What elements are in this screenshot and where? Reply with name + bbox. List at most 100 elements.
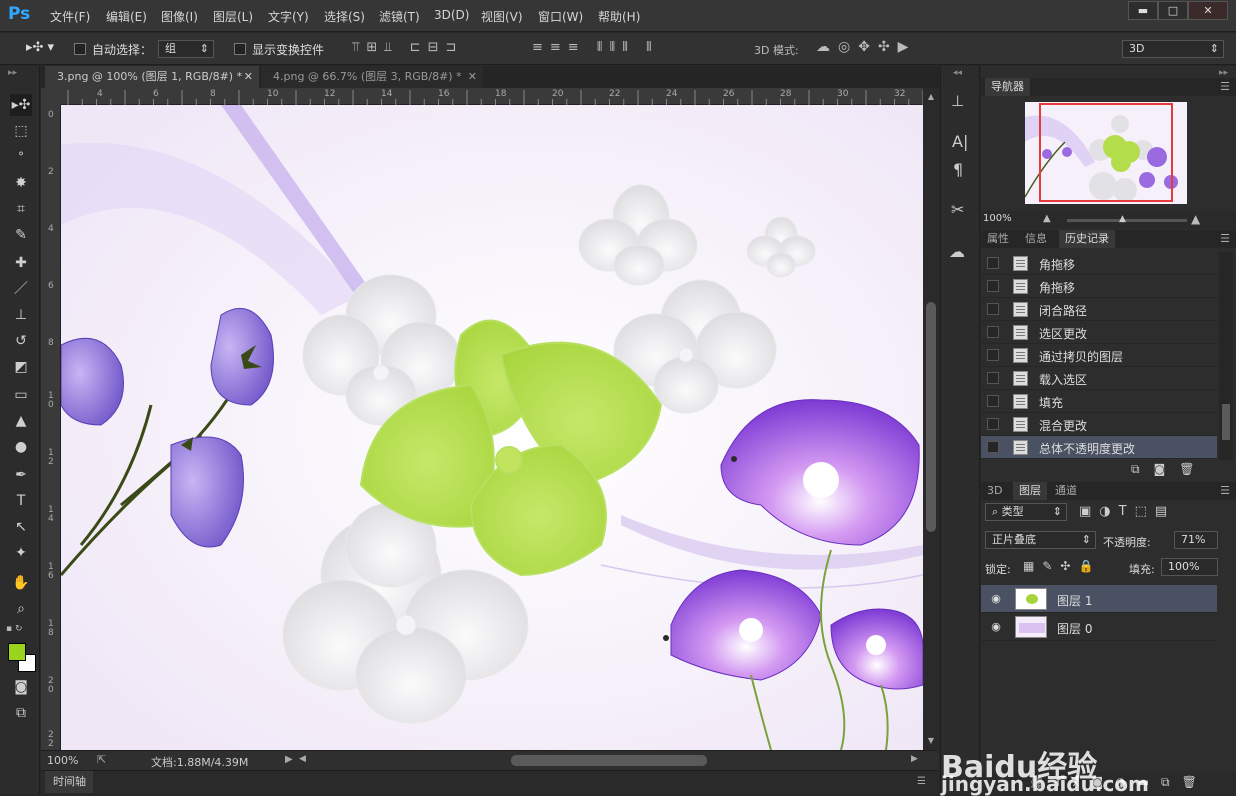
tool-presets-icon[interactable]: ✂ [951, 200, 964, 219]
auto-select-dropdown[interactable]: 组 ⇕ [158, 40, 214, 58]
scroll-up-icon[interactable]: ▲ [925, 92, 937, 104]
magic-wand-icon[interactable]: ✸ [10, 172, 32, 194]
auto-select-checkbox[interactable] [74, 43, 86, 55]
snapshot-checkbox[interactable] [987, 395, 999, 407]
align-icons[interactable]: ⫪⊞⫫ ⊏⊟⊐ [352, 40, 463, 55]
tab-3d[interactable]: 3D [987, 482, 1002, 500]
distribute-icons[interactable]: ≡≡≡ ⦀⦀⦀ ⫴ [532, 40, 659, 55]
foreground-color-swatch[interactable] [8, 643, 26, 661]
navigator-zoom-value[interactable]: 100% [983, 213, 1012, 224]
lasso-tool-icon[interactable]: ᐤ [10, 146, 32, 168]
close-icon[interactable]: ✕ [244, 66, 253, 88]
history-item[interactable]: 选区更改 [981, 321, 1217, 344]
snapshot-checkbox[interactable] [987, 372, 999, 384]
scroll-thumb[interactable] [926, 302, 936, 532]
blend-mode-dropdown[interactable]: 正片叠底 ⇕ [985, 531, 1096, 549]
gradient-tool-icon[interactable]: ▭ [10, 384, 32, 406]
horizontal-scroll-thumb[interactable] [511, 755, 707, 766]
menu-image[interactable]: 图像(I) [161, 8, 198, 25]
3d-mode-icons[interactable]: ☁◎✥✣▶ [816, 39, 916, 55]
tab-4png[interactable]: 4.png @ 66.7% (图层 3, RGB/8#) * ✕ [261, 66, 483, 88]
snapshot-checkbox[interactable] [987, 257, 999, 269]
maximize-button[interactable]: □ [1158, 1, 1188, 20]
history-item[interactable]: 通过拷贝的图层 [981, 344, 1217, 367]
snapshot-checkbox[interactable] [987, 280, 999, 292]
crop-tool-icon[interactable]: ⌗ [10, 198, 32, 220]
menu-select[interactable]: 选择(S) [324, 8, 365, 25]
collapse-icon[interactable]: ▸▸ [1219, 68, 1228, 78]
snapshot-checkbox[interactable] [987, 418, 999, 430]
snapshot-checkbox[interactable] [987, 441, 999, 453]
tab-properties[interactable]: 属性 [987, 230, 1009, 248]
layer-row-selected[interactable]: ◉ 图层 1 [981, 585, 1217, 613]
history-brush-icon[interactable]: ↺ [10, 330, 32, 352]
quick-mask-icon[interactable]: ◙ [10, 676, 32, 698]
character-styles-icon[interactable]: ⊥ [951, 92, 964, 110]
hand-tool-icon[interactable]: ✋ [10, 572, 32, 594]
blur-tool-icon[interactable]: ▲ [10, 410, 32, 432]
menu-edit[interactable]: 编辑(E) [106, 8, 147, 25]
creative-cloud-icon[interactable]: ☁ [949, 242, 965, 261]
layer-name[interactable]: 图层 1 [1057, 592, 1092, 609]
shape-tool-icon[interactable]: ✦ [10, 542, 32, 564]
menu-help[interactable]: 帮助(H) [598, 8, 640, 25]
history-item[interactable]: 混合更改 [981, 413, 1217, 436]
layer-thumbnail[interactable] [1015, 588, 1047, 610]
panel-menu-icon[interactable]: ☰ [917, 776, 926, 787]
path-select-icon[interactable]: ↖ [10, 516, 32, 538]
status-menu-icon[interactable]: ▶ [285, 754, 293, 765]
type-tool-icon[interactable]: T [10, 490, 32, 512]
close-icon[interactable]: ✕ [468, 66, 477, 88]
menu-type[interactable]: 文字(Y) [268, 8, 309, 25]
healing-brush-icon[interactable]: ✚ [10, 252, 32, 274]
layer-filter-icons[interactable]: ▣◑T⬚▤ [1079, 504, 1175, 519]
history-item-selected[interactable]: 总体不透明度更改 [981, 436, 1217, 459]
tab-info[interactable]: 信息 [1025, 230, 1047, 248]
layer-name[interactable]: 图层 0 [1057, 620, 1092, 637]
tab-channels[interactable]: 通道 [1055, 482, 1077, 500]
document-canvas[interactable] [61, 105, 923, 750]
tab-history[interactable]: 历史记录 [1059, 230, 1115, 248]
panel-menu-icon[interactable]: ☰ [1220, 230, 1230, 248]
zoom-out-icon[interactable]: ▲ [1043, 213, 1051, 224]
snapshot-checkbox[interactable] [987, 303, 999, 315]
collapse-icon[interactable]: ◂◂ [953, 68, 962, 78]
scroll-left-icon[interactable]: ◀ [299, 754, 306, 764]
export-icon[interactable]: ⇱ [97, 753, 106, 766]
tab-timeline[interactable]: 时间轴 [45, 771, 93, 793]
eyedropper-icon[interactable]: ✎ [10, 224, 32, 246]
view-box[interactable] [1039, 103, 1173, 202]
scroll-down-icon[interactable]: ▼ [925, 736, 937, 748]
close-button[interactable]: ✕ [1188, 1, 1228, 20]
menu-view[interactable]: 视图(V) [481, 8, 523, 25]
character-panel-icon[interactable]: A| [952, 132, 968, 151]
snapshot-checkbox[interactable] [987, 326, 999, 338]
layer-thumbnail[interactable] [1015, 616, 1047, 638]
history-scrollbar[interactable] [1219, 252, 1233, 460]
zoom-slider-handle[interactable]: ▲ [1119, 214, 1126, 224]
collapse-icon[interactable]: ▸▸ [8, 68, 17, 78]
history-item[interactable]: 闭合路径 [981, 298, 1217, 321]
brush-tool-icon[interactable]: ／ [10, 278, 32, 300]
menu-file[interactable]: 文件(F) [50, 8, 90, 25]
workspace-dropdown[interactable]: 3D ⇕ [1122, 40, 1224, 58]
lock-icons[interactable]: ▦✎✣🔒 [1023, 559, 1101, 573]
marquee-tool-icon[interactable]: ⬚ [10, 120, 32, 142]
paragraph-panel-icon[interactable]: ¶ [953, 160, 963, 179]
history-actions[interactable]: ⧉◙🗑 [1131, 462, 1208, 477]
swap-colors-icon[interactable]: ▪ ↻ [6, 624, 23, 634]
screen-mode-icon[interactable]: ⧉ [10, 702, 32, 724]
visibility-eye-icon[interactable]: ◉ [989, 593, 1003, 605]
scroll-right-icon[interactable]: ▶ [911, 754, 918, 764]
vertical-scrollbar[interactable]: ▲ ▼ [923, 88, 939, 750]
fill-input[interactable]: 100% [1161, 558, 1218, 576]
show-transform-checkbox[interactable] [234, 43, 246, 55]
tab-layers[interactable]: 图层 [1013, 482, 1047, 500]
zoom-in-icon[interactable]: ▲ [1191, 212, 1200, 226]
menu-window[interactable]: 窗口(W) [538, 8, 583, 25]
dodge-tool-icon[interactable]: ● [10, 436, 32, 458]
snapshot-checkbox[interactable] [987, 349, 999, 361]
panel-menu-icon[interactable]: ☰ [1220, 482, 1230, 500]
zoom-slider[interactable] [1067, 219, 1187, 222]
scroll-thumb[interactable] [1222, 404, 1230, 440]
